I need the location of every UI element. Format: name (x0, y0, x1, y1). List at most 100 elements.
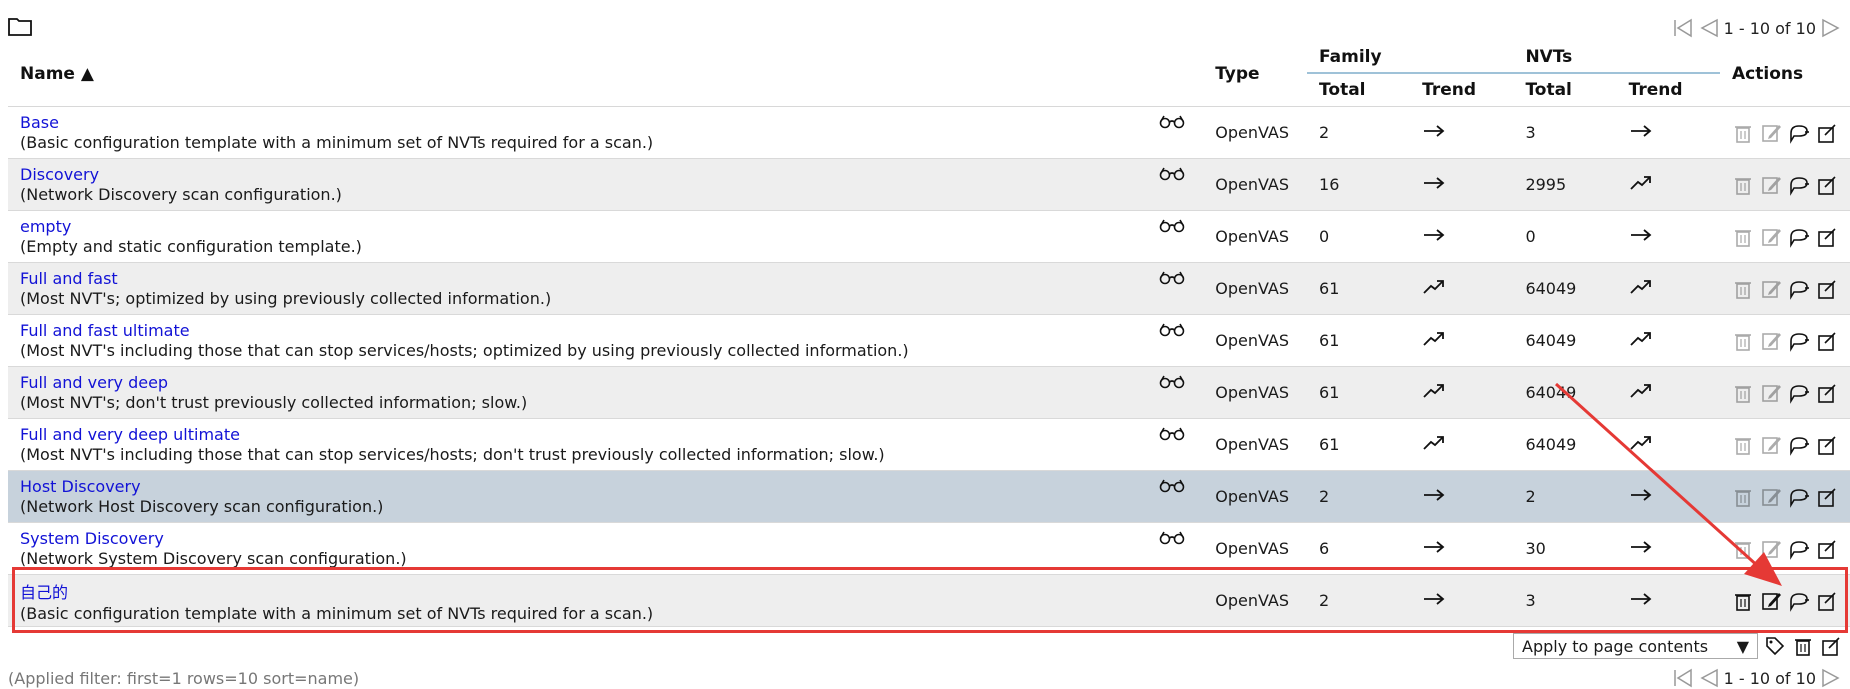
column-header-family[interactable]: Family (1307, 42, 1514, 74)
delete-icon[interactable] (1732, 330, 1754, 352)
config-name-link[interactable]: empty (20, 217, 1191, 236)
column-header-nvts-trend[interactable]: Trend (1616, 72, 1720, 106)
config-name-link[interactable]: System Discovery (20, 529, 1191, 548)
delete-icon[interactable] (1732, 278, 1754, 300)
first-page-icon[interactable] (1672, 667, 1694, 689)
edit-icon[interactable] (1760, 226, 1782, 248)
trash-icon[interactable] (1792, 635, 1814, 657)
delete-icon[interactable] (1732, 538, 1754, 560)
edit-icon[interactable] (1760, 278, 1782, 300)
export-icon[interactable] (1816, 382, 1838, 404)
nvt-total-cell: 64049 (1513, 262, 1617, 315)
clone-icon[interactable] (1788, 382, 1810, 404)
export-icon[interactable] (1816, 330, 1838, 352)
export-icon[interactable] (1816, 226, 1838, 248)
column-header-nvts-total[interactable]: Total (1513, 72, 1617, 106)
nvt-trend-cell (1616, 574, 1720, 627)
clone-icon[interactable] (1788, 226, 1810, 248)
trend-flat-icon (1424, 592, 1445, 605)
clone-icon[interactable] (1788, 122, 1810, 144)
previous-page-icon[interactable] (1698, 17, 1720, 39)
export-icon[interactable] (1816, 538, 1838, 560)
column-header-nvts[interactable]: NVTs (1513, 42, 1720, 74)
export-icon[interactable] (1816, 174, 1838, 196)
export-icon[interactable] (1816, 486, 1838, 508)
column-header-type[interactable]: Type (1203, 42, 1307, 106)
nvt-trend-cell (1616, 470, 1720, 523)
family-total-cell: 61 (1307, 418, 1411, 471)
config-name-link[interactable]: Host Discovery (20, 477, 1191, 496)
delete-icon[interactable] (1732, 590, 1754, 612)
config-name-link[interactable]: Discovery (20, 165, 1191, 184)
delete-icon[interactable] (1732, 174, 1754, 196)
table-row: 自己的 (Basic configuration template with a … (8, 574, 1850, 627)
previous-page-icon[interactable] (1698, 667, 1720, 689)
type-value: OpenVAS (1215, 383, 1289, 402)
config-description: (Network System Discovery scan configura… (20, 549, 407, 568)
actions-cell (1720, 366, 1850, 419)
family-total-cell: 61 (1307, 314, 1411, 367)
config-name-link[interactable]: Full and very deep ultimate (20, 425, 1191, 444)
edit-icon[interactable] (1760, 486, 1782, 508)
clone-icon[interactable] (1788, 330, 1810, 352)
nvt-total-cell: 2995 (1513, 158, 1617, 211)
delete-icon[interactable] (1732, 486, 1754, 508)
next-page-icon[interactable] (1820, 17, 1842, 39)
trend-flat-icon (1424, 228, 1445, 241)
edit-icon[interactable] (1760, 434, 1782, 456)
config-name-link[interactable]: Full and fast (20, 269, 1191, 288)
export-icon[interactable] (1816, 278, 1838, 300)
nvt-total-cell: 64049 (1513, 366, 1617, 419)
pager-range: 1 - 10 of 10 (1723, 18, 1816, 38)
config-name-link[interactable]: Full and very deep (20, 373, 1191, 392)
type-cell: OpenVAS (1203, 158, 1308, 211)
clone-icon[interactable] (1788, 538, 1810, 560)
nvt-total-value: 3 (1525, 591, 1536, 610)
config-name-link[interactable]: Full and fast ultimate (20, 321, 1191, 340)
clone-icon[interactable] (1788, 590, 1810, 612)
delete-icon[interactable] (1732, 382, 1754, 404)
delete-icon[interactable] (1732, 226, 1754, 248)
clone-icon[interactable] (1788, 434, 1810, 456)
clone-icon[interactable] (1788, 278, 1810, 300)
row-actions (1732, 590, 1838, 612)
edit-icon[interactable] (1760, 122, 1782, 144)
edit-icon[interactable] (1760, 590, 1782, 612)
trend-flat-icon (1630, 124, 1652, 137)
clone-icon[interactable] (1788, 486, 1810, 508)
next-page-icon[interactable] (1820, 667, 1842, 689)
edit-icon[interactable] (1760, 330, 1782, 352)
clone-icon[interactable] (1788, 174, 1810, 196)
column-header-name[interactable]: Name ▲ (8, 42, 1203, 106)
tag-icon[interactable] (1764, 635, 1786, 657)
export-icon[interactable] (1816, 434, 1838, 456)
bulk-action-select[interactable]: Apply to page contents ▼ (1513, 633, 1758, 659)
delete-icon[interactable] (1732, 122, 1754, 144)
column-header-family-total[interactable]: Total (1307, 72, 1411, 106)
type-value: OpenVAS (1215, 591, 1289, 610)
export-icon[interactable] (1816, 590, 1838, 612)
nvt-trend-cell (1616, 418, 1720, 471)
delete-icon[interactable] (1732, 434, 1754, 456)
export-icon[interactable] (1820, 635, 1842, 657)
config-name-link[interactable]: 自己的 (20, 579, 1191, 603)
name-cell: Host Discovery (Network Host Discovery sc… (8, 470, 1204, 523)
edit-icon[interactable] (1760, 382, 1782, 404)
nvt-total-value: 64049 (1525, 435, 1577, 454)
folder-icon[interactable] (8, 16, 32, 36)
family-total-cell: 16 (1307, 158, 1411, 211)
table-row: Host Discovery (Network Host Discovery sc… (8, 470, 1850, 523)
trend-up-icon (1630, 435, 1651, 450)
glasses-icon (1159, 479, 1185, 493)
family-total-cell: 0 (1307, 210, 1411, 263)
edit-icon[interactable] (1760, 538, 1782, 560)
edit-icon[interactable] (1760, 174, 1782, 196)
first-page-icon[interactable] (1672, 17, 1694, 39)
export-icon[interactable] (1816, 122, 1838, 144)
actions-cell (1720, 314, 1850, 367)
family-total-value: 61 (1319, 383, 1340, 402)
config-name-link[interactable]: Base (20, 113, 1191, 132)
config-description: (Most NVT's; optimized by using previous… (20, 289, 552, 308)
nvt-trend-cell (1616, 366, 1720, 419)
column-header-family-trend[interactable]: Trend (1410, 72, 1514, 106)
